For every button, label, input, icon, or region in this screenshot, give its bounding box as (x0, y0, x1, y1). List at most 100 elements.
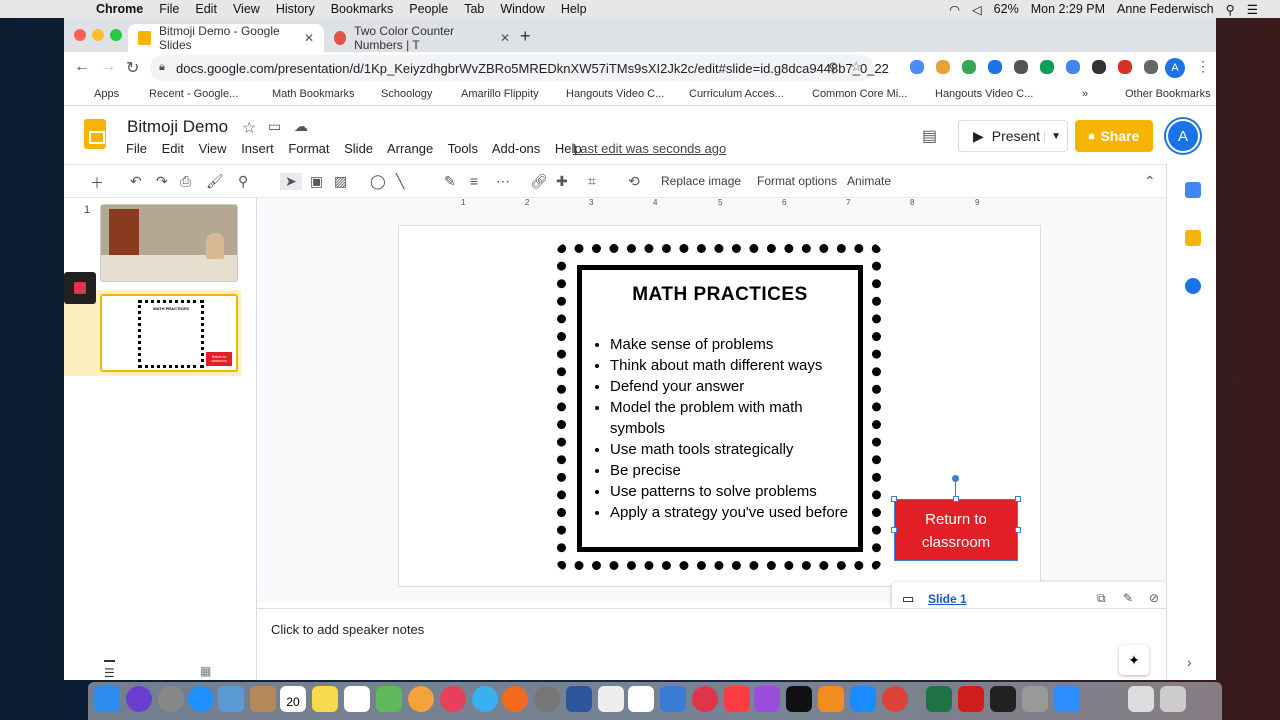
menu-item-history[interactable]: History (276, 2, 315, 16)
bookmark-common-core[interactable]: Common Core Mi... (812, 88, 907, 100)
resize-handle[interactable] (953, 496, 959, 502)
collapse-toolbar-icon[interactable]: ⌃ (1144, 173, 1156, 190)
terminal-icon[interactable] (990, 686, 1016, 712)
menu-item-file[interactable]: File (159, 2, 179, 16)
bookmark-schoology[interactable]: Schoology (381, 88, 432, 100)
extension-icon[interactable] (962, 60, 976, 74)
border-color-icon[interactable]: ✎ (444, 173, 456, 190)
tab-slides[interactable]: Bitmoji Demo - Google Slides ✕ (128, 24, 324, 52)
keynote-icon[interactable] (660, 686, 686, 712)
slide-thumbnail-1[interactable] (100, 204, 238, 282)
reload-icon[interactable]: ↻ (126, 58, 139, 78)
undo-icon[interactable]: ↶ (130, 173, 142, 190)
zoom-icon[interactable]: ⚲ (238, 173, 248, 190)
bookmark-amarillo-flippity[interactable]: Amarillo Flippity (461, 88, 539, 100)
menu-file[interactable]: File (126, 141, 147, 156)
format-options-button[interactable]: Format options (757, 174, 837, 188)
extension-icon[interactable] (910, 60, 924, 74)
menu-item-help[interactable]: Help (561, 2, 587, 16)
math-practices-box[interactable]: MATH PRACTICES Make sense of problems Th… (577, 265, 863, 552)
zoom-window-button[interactable] (110, 29, 122, 41)
bookmark-other[interactable]: Other Bookmarks (1125, 88, 1211, 100)
extension-icon[interactable] (1066, 60, 1080, 74)
back-icon[interactable]: ← (74, 58, 90, 76)
battery-percent[interactable]: 62% (994, 2, 1019, 16)
copy-link-icon[interactable]: ⧉ (1097, 591, 1106, 606)
app-store-icon[interactable] (850, 686, 876, 712)
line-icon[interactable]: ╲ (396, 173, 404, 190)
last-edit-link[interactable]: Last edit was seconds ago (573, 141, 726, 156)
menu-item-tab[interactable]: Tab (464, 2, 484, 16)
menu-item-window[interactable]: Window (500, 2, 544, 16)
menu-item-edit[interactable]: Edit (195, 2, 217, 16)
menu-tools[interactable]: Tools (448, 141, 478, 156)
bookmark-apps[interactable]: Apps (94, 88, 119, 100)
slide[interactable]: MATH PRACTICES Make sense of problems Th… (398, 225, 1041, 587)
border-weight-icon[interactable]: ≡ (470, 173, 478, 189)
trash-icon[interactable] (1160, 686, 1186, 712)
extension-icon[interactable] (936, 60, 950, 74)
close-window-button[interactable] (74, 29, 86, 41)
border-dash-icon[interactable]: ⋯ (496, 173, 510, 190)
notes-app-icon[interactable] (312, 686, 338, 712)
siri-icon[interactable] (126, 686, 152, 712)
menu-format[interactable]: Format (288, 141, 329, 156)
grid-view-icon[interactable]: ▦ (200, 664, 211, 678)
app-menu-name[interactable]: Chrome (96, 2, 143, 16)
keep-icon[interactable] (1185, 230, 1201, 246)
finder-icon[interactable] (94, 686, 120, 712)
volume-icon[interactable]: ◁ (972, 2, 982, 17)
launchpad-icon[interactable] (158, 686, 184, 712)
calendar-icon[interactable] (1185, 182, 1201, 198)
select-icon[interactable]: ➤ (280, 173, 302, 190)
horizontal-ruler[interactable]: 1 2 3 4 5 6 7 8 9 (399, 198, 1039, 210)
slides-logo-icon[interactable] (84, 119, 106, 149)
resize-handle[interactable] (891, 527, 897, 533)
explore-icon[interactable]: ✦ (1119, 645, 1149, 675)
firefox-icon[interactable] (502, 686, 528, 712)
bookmark-curriculum[interactable]: Curriculum Acces... (689, 88, 784, 100)
remove-link-icon[interactable]: ⊘ (1149, 591, 1159, 605)
zoom-icon[interactable]: ⚲ (828, 60, 838, 76)
shape-icon[interactable]: ◯ (370, 173, 386, 190)
menu-slide[interactable]: Slide (344, 141, 373, 156)
print-icon[interactable]: ⎙ (180, 173, 191, 190)
menu-item-bookmarks[interactable]: Bookmarks (331, 2, 394, 16)
calendar-app-icon[interactable]: 20 (280, 686, 306, 712)
rotate-handle[interactable] (952, 475, 959, 482)
bookmark-hangouts-1[interactable]: Hangouts Video C... (566, 88, 664, 100)
textedit-icon[interactable] (598, 686, 624, 712)
animate-button[interactable]: Animate (847, 174, 891, 188)
tab-counters[interactable]: Two Color Counter Numbers | T ✕ (324, 24, 520, 52)
clock[interactable]: Mon 2:29 PM (1031, 2, 1105, 16)
extension-icon[interactable] (1118, 60, 1132, 74)
tv-icon[interactable] (786, 686, 812, 712)
chrome-icon[interactable] (882, 686, 908, 712)
close-tab-icon[interactable]: ✕ (500, 31, 510, 45)
comments-icon[interactable]: ▤ (922, 126, 937, 146)
document-title[interactable]: Bitmoji Demo (127, 117, 228, 137)
menu-insert[interactable]: Insert (241, 141, 274, 156)
control-center-icon[interactable]: ☰ (1247, 2, 1258, 17)
resize-handle[interactable] (1015, 496, 1021, 502)
speaker-notes[interactable]: Click to add speaker notes ✦ (257, 608, 1166, 680)
app-icon[interactable] (440, 686, 466, 712)
reset-image-icon[interactable]: ⟲ (628, 173, 640, 190)
share-button[interactable]: 🔒︎ Share (1075, 120, 1153, 152)
text-box-icon[interactable]: ▣ (310, 173, 323, 190)
present-dropdown-icon[interactable]: ▼ (1044, 130, 1061, 142)
image-icon[interactable]: ▨ (334, 173, 347, 190)
menu-edit[interactable]: Edit (162, 141, 184, 156)
screen-record-icon[interactable] (64, 272, 96, 304)
expand-panel-icon[interactable]: › (1187, 654, 1192, 670)
news-icon[interactable] (692, 686, 718, 712)
chrome-menu-icon[interactable]: ⋮ (1196, 58, 1210, 75)
user-name[interactable]: Anne Federwisch (1117, 2, 1214, 16)
safari-icon[interactable] (188, 686, 214, 712)
menu-item-view[interactable]: View (233, 2, 260, 16)
menu-arrange[interactable]: Arrange (387, 141, 433, 156)
account-avatar[interactable]: A (1166, 119, 1200, 153)
acrobat-icon[interactable] (958, 686, 984, 712)
preview-icon[interactable] (218, 686, 244, 712)
move-folder-icon[interactable]: ▭ (268, 118, 281, 135)
